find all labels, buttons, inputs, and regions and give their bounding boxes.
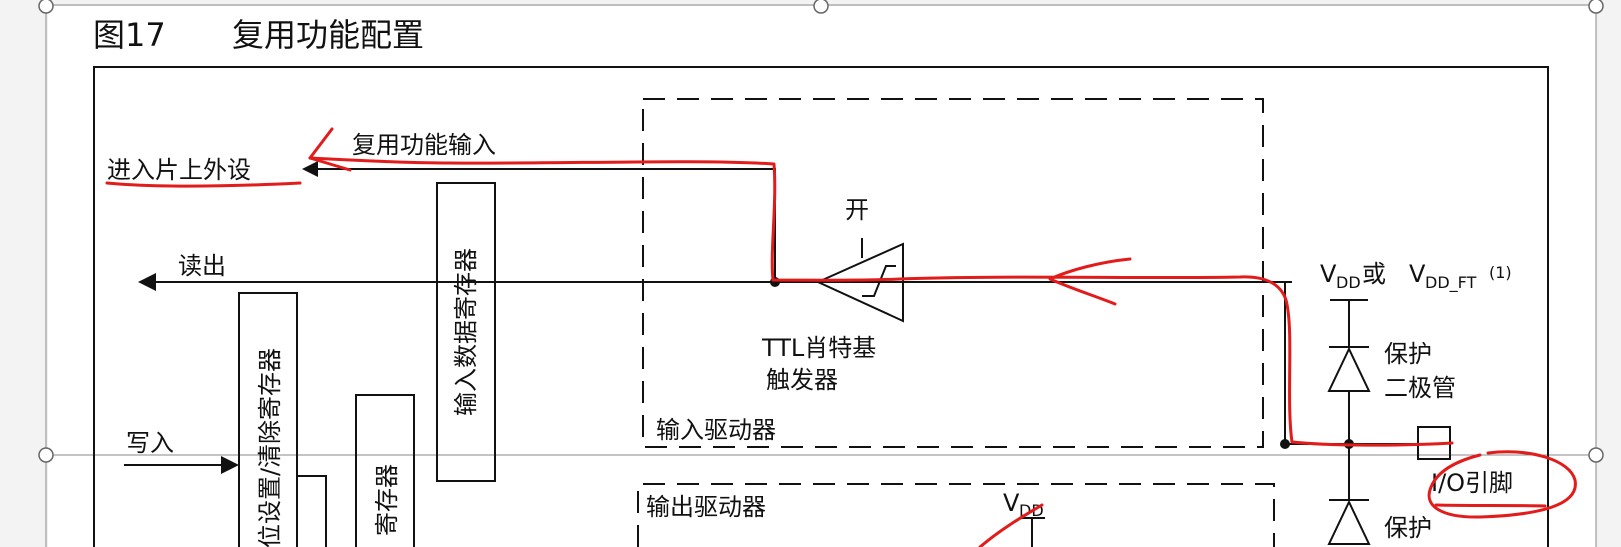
diagram-canvas: 图17 复用功能配置 输入驱动器 输出驱动器 V DD 复用功能输入 进入片上外… bbox=[38, 0, 1604, 547]
schmitt-label-1: TTL肖特基 bbox=[761, 334, 876, 362]
vdd-label: V bbox=[1003, 489, 1020, 517]
write-in-label: 写入 bbox=[126, 429, 174, 457]
bit-set-reset-label: 位设置/清除寄存器 bbox=[256, 348, 284, 547]
resize-handle-top-left[interactable] bbox=[38, 0, 54, 14]
peripheral-label: 进入片上外设 bbox=[107, 156, 251, 184]
supply-v2: V bbox=[1409, 260, 1426, 288]
figure-number: 图17 bbox=[93, 16, 166, 54]
input-data-register-label: 输入数据寄存器 bbox=[452, 248, 480, 416]
output-driver-label: 输出驱动器 bbox=[646, 493, 766, 521]
resize-handle-top-right[interactable] bbox=[1588, 0, 1604, 14]
figure-title: 复用功能配置 bbox=[232, 16, 424, 54]
resize-handle-top[interactable] bbox=[813, 0, 829, 14]
supply-note: (1) bbox=[1489, 263, 1512, 282]
resize-handle-right[interactable] bbox=[1588, 447, 1604, 463]
supply-ddft: DD_FT bbox=[1425, 273, 1477, 293]
supply-v1: V bbox=[1320, 260, 1337, 288]
supply-or: 或 bbox=[1362, 260, 1386, 288]
alt-function-input-label: 复用功能输入 bbox=[352, 131, 496, 159]
read-out-label: 读出 bbox=[178, 252, 226, 280]
supply-dd: DD bbox=[1336, 273, 1361, 292]
protect-diode-label-1: 保护 bbox=[1384, 340, 1432, 368]
schmitt-label-2: 触发器 bbox=[766, 366, 838, 394]
protect-diode-label-2: 二极管 bbox=[1384, 374, 1456, 402]
protect-lower-label: 保护 bbox=[1384, 514, 1432, 542]
resize-handle-left[interactable] bbox=[38, 447, 54, 463]
on-label: 开 bbox=[845, 196, 869, 224]
io-pin-label: I/O引脚 bbox=[1431, 469, 1513, 497]
output-data-register-label: 寄存器 bbox=[373, 464, 401, 536]
input-driver-label: 输入驱动器 bbox=[656, 416, 776, 444]
